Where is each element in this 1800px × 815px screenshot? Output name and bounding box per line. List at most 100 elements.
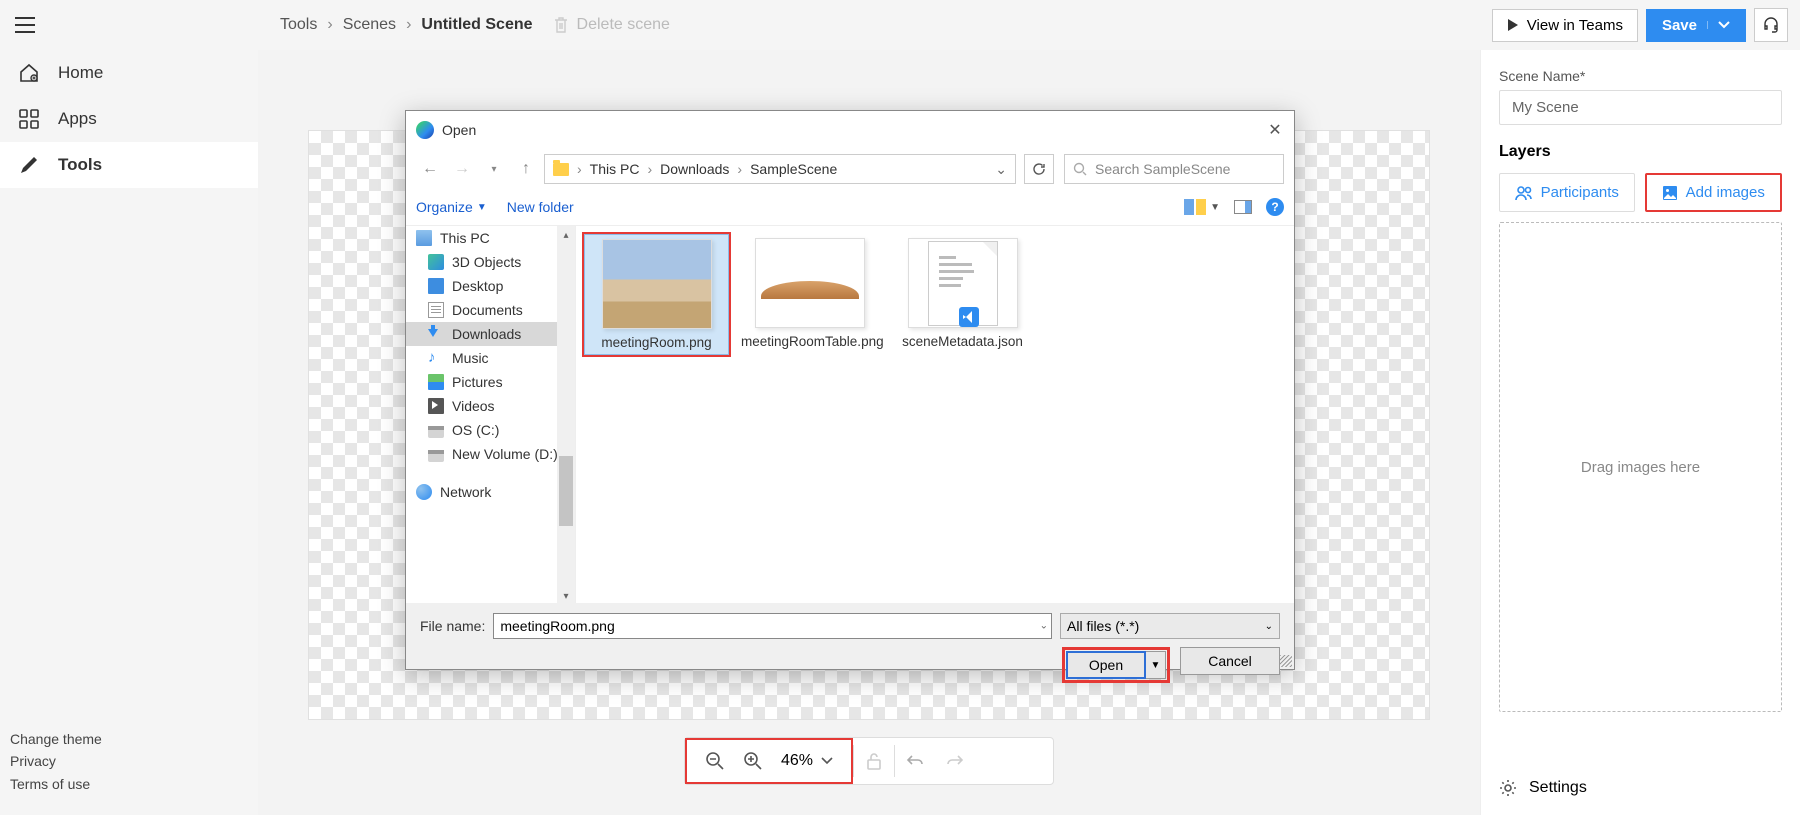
breadcrumb-root[interactable]: Tools <box>280 16 317 34</box>
tree-downloads[interactable]: Downloads <box>406 322 575 346</box>
sidebar-item-apps[interactable]: Apps <box>0 96 258 142</box>
file-list: meetingRoom.png meetingRoomTable.png sce… <box>576 226 1294 605</box>
file-meetingroom-png[interactable]: meetingRoom.png <box>584 234 729 355</box>
scroll-up-icon[interactable]: ▴ <box>557 226 575 244</box>
chevron-right-icon: › <box>645 161 654 177</box>
help-icon[interactable]: ? <box>1266 198 1284 216</box>
nav-recent-button[interactable]: ▾ <box>480 155 508 183</box>
scene-name-input[interactable] <box>1499 90 1782 125</box>
view-in-teams-button[interactable]: View in Teams <box>1492 9 1638 42</box>
vscode-icon <box>959 307 979 327</box>
open-dropdown[interactable]: ▼ <box>1146 651 1166 679</box>
cancel-button[interactable]: Cancel <box>1180 647 1280 675</box>
feedback-button[interactable] <box>1754 8 1788 42</box>
filename-dropdown[interactable]: ⌄ <box>1040 621 1048 632</box>
preview-pane-button[interactable] <box>1234 200 1252 214</box>
sidebar-tools-label: Tools <box>58 155 102 175</box>
music-icon: ♪ <box>428 350 444 366</box>
tree-desktop[interactable]: Desktop <box>406 274 575 298</box>
hamburger-menu[interactable] <box>0 0 50 50</box>
chevron-right-icon: › <box>327 16 332 34</box>
path-mid[interactable]: Downloads <box>660 161 729 177</box>
path-leaf[interactable]: SampleScene <box>750 161 837 177</box>
tree-label: 3D Objects <box>452 254 521 270</box>
participants-tab[interactable]: Participants <box>1499 173 1635 212</box>
undo-button[interactable] <box>895 754 935 768</box>
pencil-icon <box>18 154 40 176</box>
breadcrumb-mid[interactable]: Scenes <box>343 16 396 34</box>
tree-label: Documents <box>452 302 523 318</box>
top-right-actions: View in Teams Save <box>1492 8 1788 42</box>
network-icon <box>416 484 432 500</box>
settings-label: Settings <box>1529 779 1587 797</box>
file-thumbnail <box>908 238 1018 328</box>
settings-button[interactable]: Settings <box>1499 779 1587 797</box>
pictures-icon <box>428 374 444 390</box>
tree-scrollbar[interactable]: ▴ ▾ <box>557 226 575 605</box>
new-folder-button[interactable]: New folder <box>507 199 574 215</box>
organize-menu[interactable]: Organize ▼ <box>416 199 487 215</box>
tree-music[interactable]: ♪ Music <box>406 346 575 370</box>
file-thumbnail <box>602 239 712 329</box>
tree-label: Music <box>452 350 489 366</box>
zoom-out-button[interactable] <box>705 751 725 771</box>
nav-forward-button[interactable]: → <box>448 155 476 183</box>
tree-pictures[interactable]: Pictures <box>406 370 575 394</box>
participants-icon <box>1515 185 1533 201</box>
tree-documents[interactable]: Documents <box>406 298 575 322</box>
file-scenemetadata-json[interactable]: sceneMetadata.json <box>890 234 1035 353</box>
sidebar-home-label: Home <box>58 63 103 83</box>
image-dropzone[interactable]: Drag images here <box>1499 222 1782 712</box>
dialog-close-button[interactable]: ✕ <box>1262 117 1288 143</box>
add-images-tab[interactable]: Add images <box>1645 173 1783 212</box>
redo-button[interactable] <box>935 754 975 768</box>
chevron-right-icon: › <box>575 161 584 177</box>
address-bar[interactable]: › This PC › Downloads › SampleScene ⌄ <box>544 154 1016 184</box>
change-theme-link[interactable]: Change theme <box>10 728 102 750</box>
file-meetingroomtable-png[interactable]: meetingRoomTable.png <box>737 234 882 353</box>
nav-back-button[interactable]: ← <box>416 155 444 183</box>
sidebar-item-tools[interactable]: Tools <box>0 142 258 188</box>
right-panel: Scene Name* Layers Participants Add imag… <box>1480 50 1800 815</box>
terms-link[interactable]: Terms of use <box>10 773 102 795</box>
search-placeholder: Search SampleScene <box>1095 161 1230 177</box>
nav-up-button[interactable]: ↑ <box>512 155 540 183</box>
dialog-search-input[interactable]: Search SampleScene <box>1064 154 1284 184</box>
search-icon <box>1073 162 1087 176</box>
sidebar-item-home[interactable]: Home <box>0 50 258 96</box>
sidebar-apps-label: Apps <box>58 109 97 129</box>
tree-videos[interactable]: Videos <box>406 394 575 418</box>
delete-scene-button[interactable]: Delete scene <box>553 16 670 34</box>
image-icon <box>1662 185 1678 201</box>
tree-this-pc[interactable]: This PC <box>406 226 575 250</box>
file-type-filter[interactable]: All files (*.*) ⌄ <box>1060 613 1280 639</box>
tree-3d-objects[interactable]: 3D Objects <box>406 250 575 274</box>
scene-name-label: Scene Name* <box>1499 68 1782 84</box>
tree-network[interactable]: Network <box>406 480 575 504</box>
pc-icon <box>416 230 432 246</box>
refresh-button[interactable] <box>1024 154 1054 184</box>
chevron-down-icon[interactable] <box>1707 21 1730 29</box>
privacy-link[interactable]: Privacy <box>10 750 102 772</box>
drive-icon <box>428 426 444 438</box>
resize-grip[interactable] <box>1280 655 1292 667</box>
breadcrumb-current: Untitled Scene <box>421 16 532 34</box>
path-root[interactable]: This PC <box>590 161 640 177</box>
dialog-footer: File name: ⌄ All files (*.*) ⌄ Open ▼ Ca… <box>406 603 1294 669</box>
tree-os-c[interactable]: OS (C:) <box>406 418 575 442</box>
zoom-in-button[interactable] <box>743 751 763 771</box>
home-icon <box>18 62 40 84</box>
scrollbar-thumb[interactable] <box>559 456 573 526</box>
tree-new-volume-d[interactable]: New Volume (D:) <box>406 442 575 466</box>
address-dropdown[interactable]: ⌄ <box>995 161 1007 178</box>
zoom-controls: 46% <box>685 738 853 784</box>
file-open-dialog: Open ✕ ← → ▾ ↑ › This PC › Downloads › S… <box>405 110 1295 670</box>
file-thumbnail <box>755 238 865 328</box>
zoom-level[interactable]: 46% <box>781 752 833 770</box>
open-button[interactable]: Open <box>1066 651 1146 679</box>
view-mode-button[interactable]: ▼ <box>1184 199 1220 215</box>
file-name-input[interactable] <box>493 613 1052 639</box>
bottom-toolbar: 46% <box>684 737 1054 785</box>
save-button[interactable]: Save <box>1646 9 1746 42</box>
dialog-toolbar: Organize ▼ New folder ▼ ? <box>406 189 1294 225</box>
